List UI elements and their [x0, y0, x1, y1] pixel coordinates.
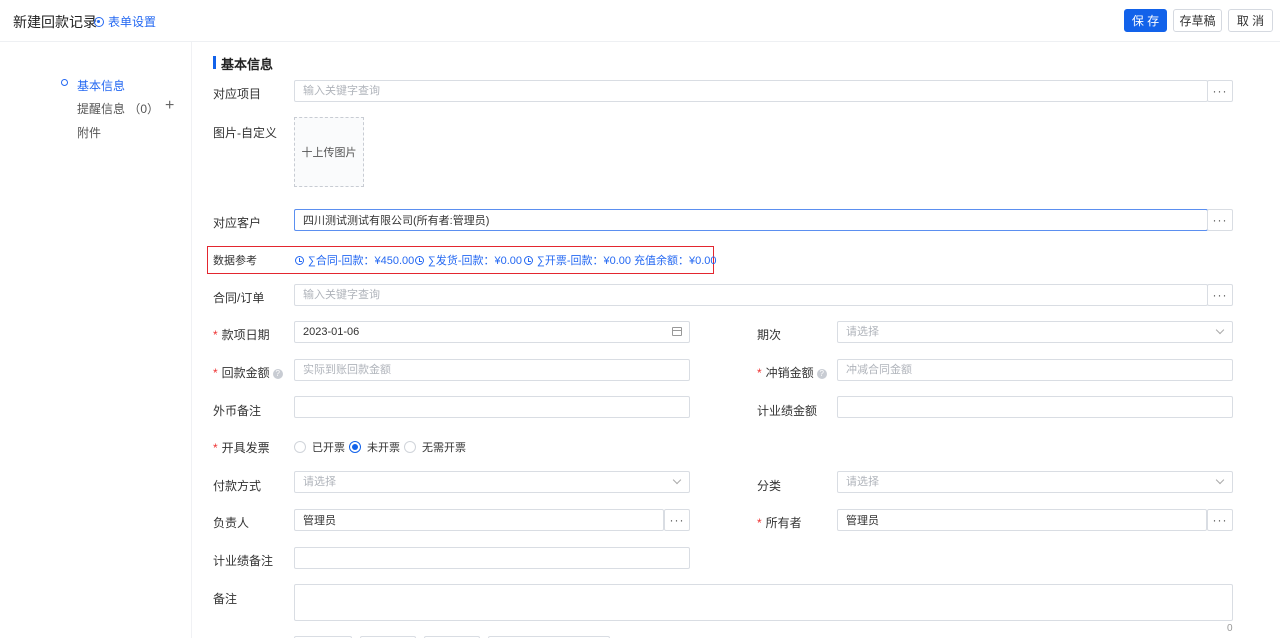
sidebar-item-label: 提醒信息 — [77, 102, 126, 116]
invoice-option-not-issued[interactable]: 未开票 — [349, 439, 400, 455]
performance-note-input[interactable] — [294, 547, 690, 569]
invoice-option-issued[interactable]: 已开票 — [294, 439, 345, 455]
period-select[interactable] — [837, 321, 1233, 343]
performance-note-label: 计业绩备注 — [213, 554, 274, 568]
remark-textarea[interactable] — [294, 584, 1233, 621]
sidebar-item-reminders[interactable]: 提醒信息 （0） — [77, 100, 159, 117]
category-label: 分类 — [757, 479, 782, 493]
project-label: 对应项目 — [213, 87, 262, 101]
responsible-more-button[interactable]: ··· — [664, 509, 690, 531]
remark-label: 备注 — [213, 592, 238, 606]
page-header: 新建回款记录 表单设置 保 存 存草稿 取 消 — [0, 0, 1280, 42]
gear-icon — [94, 16, 104, 27]
form-settings-label: 表单设置 — [108, 15, 157, 29]
responsible-label: 负责人 — [213, 516, 250, 530]
save-draft-button[interactable]: 存草稿 — [1173, 9, 1222, 32]
ref-contract-payment[interactable]: ∑合同-回款：¥450.00 — [295, 252, 414, 268]
owner-label: * 所有者 — [757, 516, 802, 530]
sidebar-item-attachments[interactable]: 附件 — [77, 124, 101, 141]
active-indicator-icon — [61, 79, 68, 86]
clock-icon — [295, 255, 304, 265]
project-input[interactable] — [294, 80, 1208, 102]
ref-recharge-balance: 充值余额：¥0.00 — [634, 255, 717, 267]
calendar-icon[interactable] — [672, 327, 682, 336]
contract-more-button[interactable]: ··· — [1207, 284, 1233, 306]
customer-label: 对应客户 — [213, 216, 262, 230]
ref-delivery-payment[interactable]: ∑发货-回款：¥0.00 — [415, 252, 522, 268]
form-settings-link[interactable]: 表单设置 — [94, 13, 156, 30]
page-title: 新建回款记录 — [13, 14, 97, 30]
payment-method-select[interactable] — [294, 471, 690, 493]
offset-input[interactable] — [837, 359, 1233, 381]
save-button[interactable]: 保 存 — [1124, 9, 1167, 32]
contract-input[interactable] — [294, 284, 1208, 306]
payment-method-label: 付款方式 — [213, 479, 262, 493]
help-icon: ? — [272, 368, 283, 379]
add-reminder-icon[interactable]: + — [165, 98, 174, 114]
remark-char-counter: 0 — [1227, 623, 1233, 634]
data-reference-label: 数据参考 — [213, 255, 257, 267]
owner-input[interactable] — [837, 509, 1207, 531]
section-title: 基本信息 — [213, 54, 273, 73]
invoice-label: * 开具发票 — [213, 441, 270, 455]
project-more-button[interactable]: ··· — [1207, 80, 1233, 102]
ref-invoice-payment[interactable]: ∑开票-回款：¥0.00 — [524, 252, 631, 268]
help-icon: ? — [816, 368, 827, 379]
cancel-button[interactable]: 取 消 — [1228, 9, 1273, 32]
sidebar-divider — [191, 42, 192, 638]
upload-image-button[interactable]: 十上传图片 — [294, 117, 364, 187]
customer-input[interactable] — [294, 209, 1208, 231]
foreign-note-input[interactable] — [294, 396, 690, 418]
performance-amount-input[interactable] — [837, 396, 1233, 418]
radio-icon — [404, 441, 416, 453]
foreign-note-label: 外币备注 — [213, 404, 262, 418]
performance-amount-label: 计业绩金额 — [757, 404, 818, 418]
invoice-option-not-required[interactable]: 无需开票 — [404, 439, 466, 455]
contract-label: 合同/订单 — [213, 291, 265, 305]
owner-more-button[interactable]: ··· — [1207, 509, 1233, 531]
category-select[interactable] — [837, 471, 1233, 493]
sidebar-item-basic-info[interactable]: 基本信息 — [77, 77, 125, 94]
reminder-count: （0） — [128, 102, 160, 116]
clock-icon — [415, 255, 424, 265]
radio-checked-icon — [349, 441, 361, 453]
responsible-input[interactable] — [294, 509, 664, 531]
image-label: 图片-自定义 — [213, 126, 277, 140]
period-label: 期次 — [757, 328, 782, 342]
customer-more-button[interactable]: ··· — [1207, 209, 1233, 231]
radio-icon — [294, 441, 306, 453]
offset-label: * 冲销金额? — [757, 364, 827, 381]
amount-label: * 回款金额? — [213, 364, 283, 381]
amount-input[interactable] — [294, 359, 690, 381]
date-input[interactable] — [294, 321, 690, 343]
clock-icon — [524, 255, 533, 265]
date-label: * 款项日期 — [213, 328, 270, 342]
